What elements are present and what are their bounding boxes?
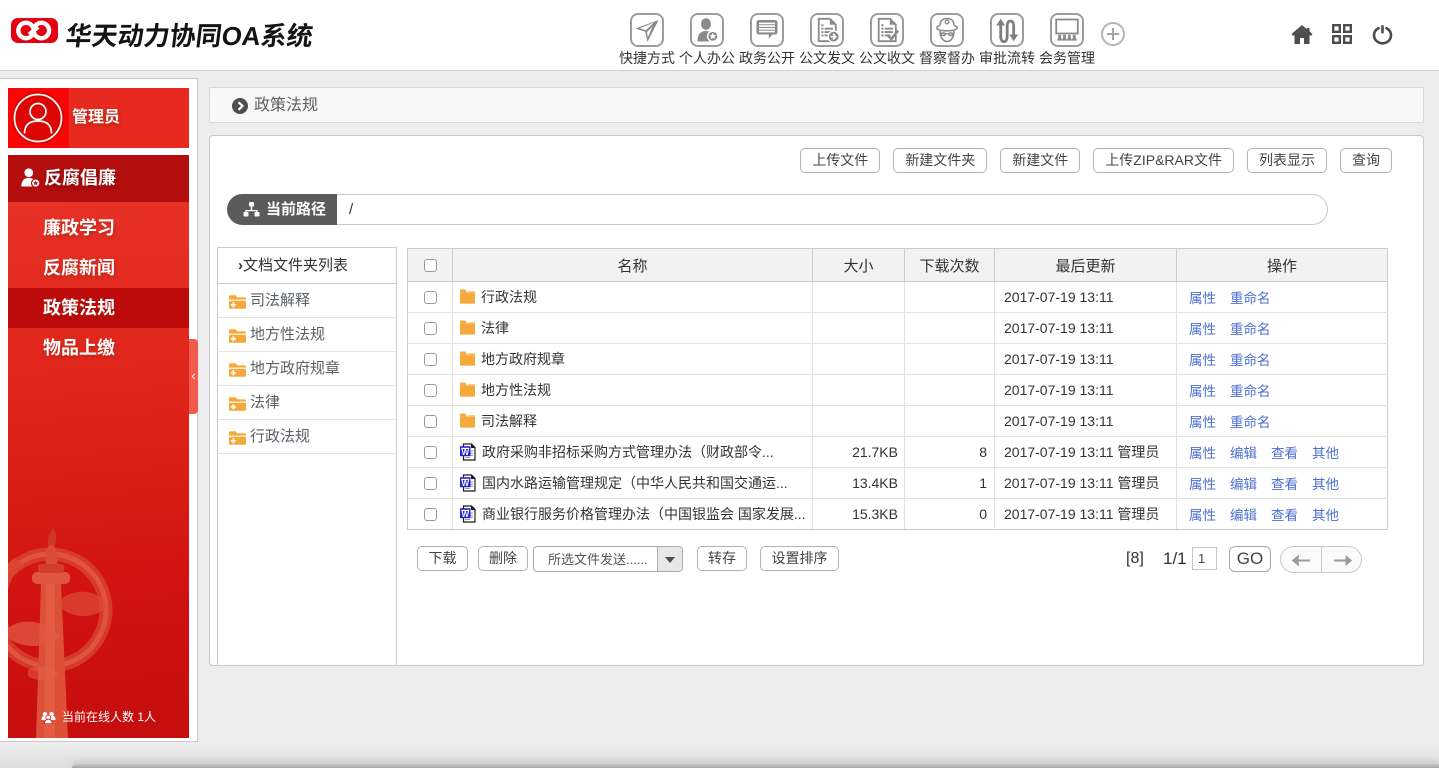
- svg-text:W: W: [462, 510, 470, 519]
- svg-text:W: W: [462, 479, 470, 488]
- svg-text:W: W: [462, 448, 470, 457]
